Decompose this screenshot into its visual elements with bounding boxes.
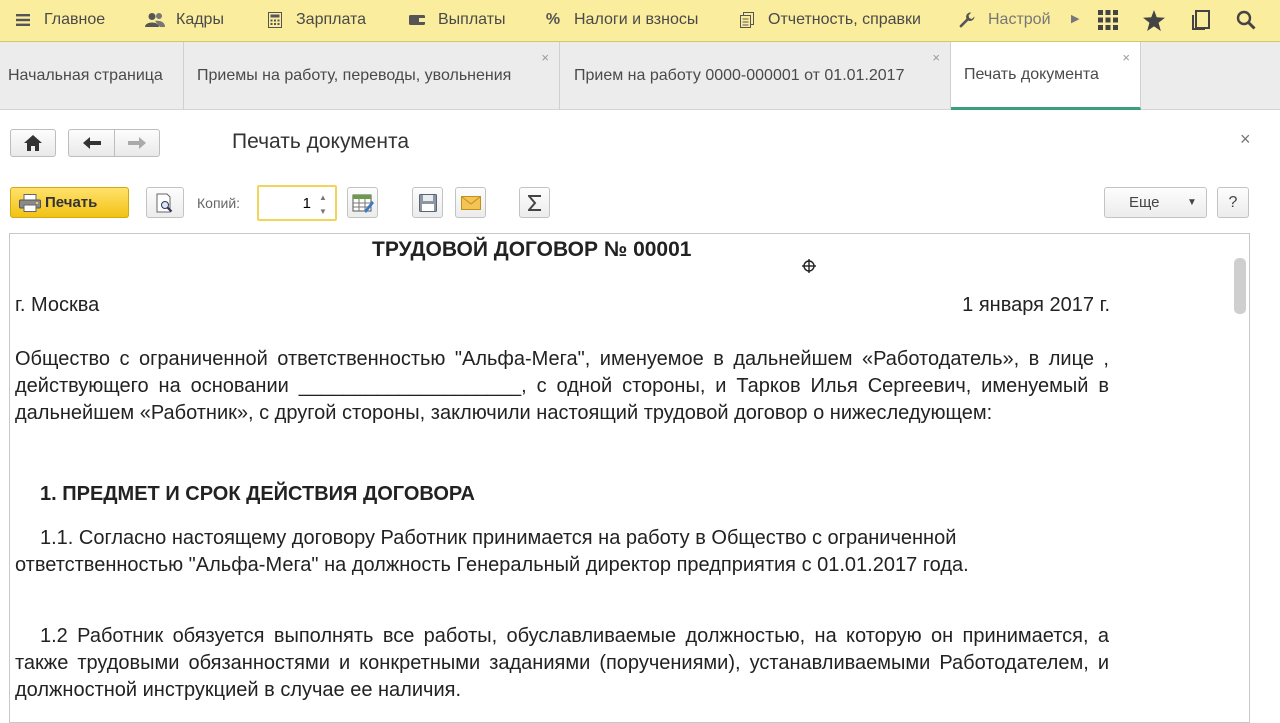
copies-label: Копий: bbox=[197, 195, 241, 211]
copies-input[interactable] bbox=[263, 191, 311, 215]
document-date: 1 января 2017 г. bbox=[962, 294, 1110, 316]
tab-label: Печать документа bbox=[964, 65, 1099, 83]
form-close-icon[interactable]: × bbox=[1240, 129, 1251, 150]
menu-item-label: Главное bbox=[44, 11, 106, 28]
printer-icon bbox=[19, 193, 41, 212]
menu-item-main[interactable]: Главное bbox=[12, 0, 105, 40]
sigma-icon bbox=[527, 194, 541, 211]
tab-close-icon[interactable]: × bbox=[1122, 50, 1130, 65]
arrow-right-icon bbox=[128, 137, 146, 149]
menu-item-label: Выплаты bbox=[438, 11, 506, 28]
history-icon[interactable] bbox=[1186, 6, 1216, 34]
wallet-icon bbox=[406, 14, 428, 26]
menu-item-settings[interactable]: Настрой bbox=[956, 0, 1051, 40]
wrench-icon bbox=[956, 12, 978, 28]
tab-close-icon[interactable]: × bbox=[932, 50, 940, 65]
back-button[interactable] bbox=[68, 129, 114, 157]
copies-field[interactable]: ▲ ▼ bbox=[257, 185, 337, 221]
form-title: Печать документа bbox=[232, 130, 410, 153]
arrow-left-icon bbox=[82, 137, 101, 149]
search-icon[interactable] bbox=[1231, 6, 1261, 34]
tab-label: Начальная страница bbox=[8, 66, 163, 84]
cell-cursor-icon bbox=[802, 259, 816, 273]
document-intro: Общество с ограниченной ответственностью… bbox=[15, 348, 1109, 424]
menu-item-salary[interactable]: Зарплата bbox=[264, 0, 366, 40]
document-city: г. Москва bbox=[15, 294, 100, 316]
grid-icon[interactable] bbox=[1093, 6, 1123, 34]
more-button[interactable]: Еще ▼ bbox=[1104, 187, 1207, 218]
section-heading: 1. ПРЕДМЕТ И СРОК ДЕЙСТВИЯ ДОГОВОРА bbox=[40, 483, 475, 505]
chevron-down-icon: ▼ bbox=[1187, 197, 1197, 208]
tab-hires-transfers[interactable]: Приемы на работу, переводы, увольнения × bbox=[184, 42, 560, 109]
menu-item-label: Настрой bbox=[988, 11, 1051, 28]
reports-icon bbox=[736, 12, 758, 28]
home-icon bbox=[24, 135, 42, 151]
menu-item-label: Налоги и взносы bbox=[574, 11, 699, 28]
menu-item-staff[interactable]: Кадры bbox=[144, 0, 224, 40]
send-email-button[interactable] bbox=[455, 187, 486, 218]
menu-item-payments[interactable]: Выплаты bbox=[406, 0, 506, 40]
document-viewer[interactable]: ТРУДОВОЙ ДОГОВОР № 00001 г. Москва 1 янв… bbox=[9, 233, 1250, 723]
star-icon[interactable] bbox=[1139, 6, 1169, 34]
sum-button[interactable] bbox=[519, 187, 550, 218]
vertical-scrollbar[interactable] bbox=[1234, 258, 1246, 314]
top-menu-bar: Главное Кадры Зарплата Выплаты % Налоги … bbox=[0, 0, 1280, 42]
percent-icon: % bbox=[545, 11, 561, 28]
tab-label: Приемы на работу, переводы, увольнения bbox=[197, 66, 512, 84]
menu-item-taxes[interactable]: % Налоги и взносы bbox=[542, 0, 698, 40]
home-button[interactable] bbox=[10, 129, 56, 157]
envelope-icon bbox=[460, 195, 481, 210]
document-page: ТРУДОВОЙ ДОГОВОР № 00001 г. Москва 1 янв… bbox=[10, 234, 1249, 722]
clause-1-1: 1.1. Согласно настоящему договору Работн… bbox=[15, 527, 969, 576]
edit-table-icon bbox=[352, 194, 374, 213]
menu-item-label: Отчетность, справки bbox=[768, 11, 921, 28]
document-title: ТРУДОВОЙ ДОГОВОР № 00001 bbox=[372, 238, 692, 261]
tab-close-icon[interactable]: × bbox=[541, 50, 549, 65]
forward-button[interactable] bbox=[114, 129, 160, 157]
hamburger-icon bbox=[12, 13, 34, 27]
more-button-label: Еще bbox=[1129, 194, 1160, 211]
tab-print-document[interactable]: Печать документа × bbox=[951, 42, 1141, 110]
calculator-icon bbox=[264, 12, 286, 28]
tab-hire-document[interactable]: Прием на работу 0000-000001 от 01.01.201… bbox=[560, 42, 951, 109]
print-button[interactable]: Печать bbox=[10, 187, 129, 218]
edit-table-button[interactable] bbox=[347, 187, 378, 218]
menu-item-reports[interactable]: Отчетность, справки bbox=[736, 0, 921, 40]
people-icon bbox=[144, 12, 166, 28]
tab-home[interactable]: Начальная страница bbox=[0, 42, 184, 109]
tab-label: Прием на работу 0000-000001 от 01.01.201… bbox=[574, 66, 905, 84]
spin-up-icon[interactable]: ▲ bbox=[313, 190, 333, 204]
clause-1-2: 1.2 Работник обязуется выполнять все раб… bbox=[15, 625, 1109, 701]
save-icon bbox=[418, 193, 437, 212]
menu-item-label: Зарплата bbox=[296, 11, 367, 28]
help-button[interactable]: ? bbox=[1217, 187, 1249, 218]
save-button[interactable] bbox=[412, 187, 443, 218]
spin-down-icon[interactable]: ▼ bbox=[313, 204, 333, 218]
menu-item-label: Кадры bbox=[176, 11, 224, 28]
print-preview-icon bbox=[156, 193, 173, 212]
preview-button[interactable] bbox=[146, 187, 184, 218]
tab-bar: Начальная страница Приемы на работу, пер… bbox=[0, 42, 1280, 110]
menu-scroll-right-icon[interactable]: ▶ bbox=[1071, 12, 1079, 25]
print-button-label: Печать bbox=[45, 194, 98, 211]
